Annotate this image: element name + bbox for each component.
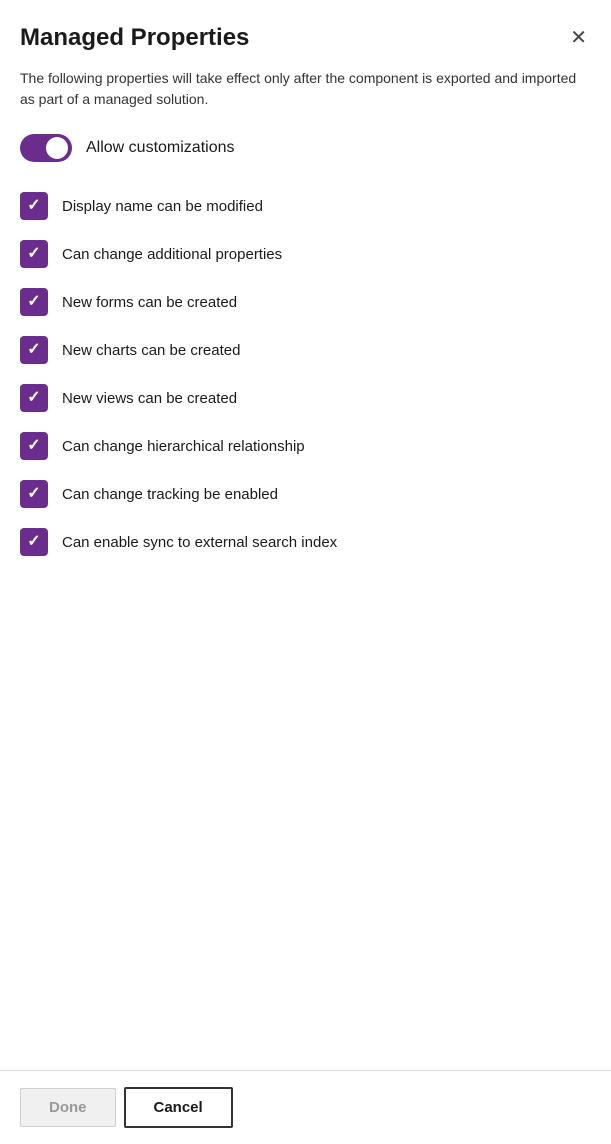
allow-customizations-toggle-row: Allow customizations [20,134,591,162]
dialog-description: The following properties will take effec… [20,68,591,110]
checkbox-row: ✓ New charts can be created [20,326,591,374]
checkmark-icon: ✓ [27,390,40,406]
checkbox-display-name[interactable]: ✓ [20,192,48,220]
checkbox-additional-props[interactable]: ✓ [20,240,48,268]
checkmark-icon: ✓ [27,438,40,454]
checkbox-new-charts[interactable]: ✓ [20,336,48,364]
checkbox-hierarchical[interactable]: ✓ [20,432,48,460]
checkbox-row: ✓ Display name can be modified [20,182,591,230]
checkbox-sync-external[interactable]: ✓ [20,528,48,556]
checkbox-new-views[interactable]: ✓ [20,384,48,412]
checkbox-row: ✓ New forms can be created [20,278,591,326]
cancel-button[interactable]: Cancel [124,1087,233,1128]
checkmark-icon: ✓ [27,486,40,502]
dialog-header: Managed Properties ✕ [20,24,591,52]
done-button[interactable]: Done [20,1088,116,1127]
close-button[interactable]: ✕ [566,24,591,52]
checkbox-row: ✓ Can change additional properties [20,230,591,278]
checkmark-icon: ✓ [27,342,40,358]
checkbox-tracking[interactable]: ✓ [20,480,48,508]
checkbox-row: ✓ Can change tracking be enabled [20,470,591,518]
checkbox-label: Display name can be modified [62,198,263,215]
checkbox-label: Can change tracking be enabled [62,486,278,503]
checkbox-label: Can change hierarchical relationship [62,438,305,455]
checkbox-label: Can enable sync to external search index [62,534,337,551]
dialog-footer: Done Cancel [0,1070,611,1144]
checkbox-label: Can change additional properties [62,246,282,263]
checkbox-list: ✓ Display name can be modified ✓ Can cha… [20,182,591,566]
checkbox-row: ✓ New views can be created [20,374,591,422]
toggle-label: Allow customizations [86,139,235,157]
managed-properties-dialog: Managed Properties ✕ The following prope… [0,0,611,1070]
checkbox-row: ✓ Can change hierarchical relationship [20,422,591,470]
checkbox-row: ✓ Can enable sync to external search ind… [20,518,591,566]
checkmark-icon: ✓ [27,294,40,310]
checkmark-icon: ✓ [27,246,40,262]
allow-customizations-toggle[interactable] [20,134,72,162]
checkmark-icon: ✓ [27,534,40,550]
checkbox-label: New charts can be created [62,342,240,359]
dialog-title: Managed Properties [20,24,249,52]
checkmark-icon: ✓ [27,198,40,214]
checkbox-label: New forms can be created [62,294,237,311]
checkbox-label: New views can be created [62,390,237,407]
checkbox-new-forms[interactable]: ✓ [20,288,48,316]
